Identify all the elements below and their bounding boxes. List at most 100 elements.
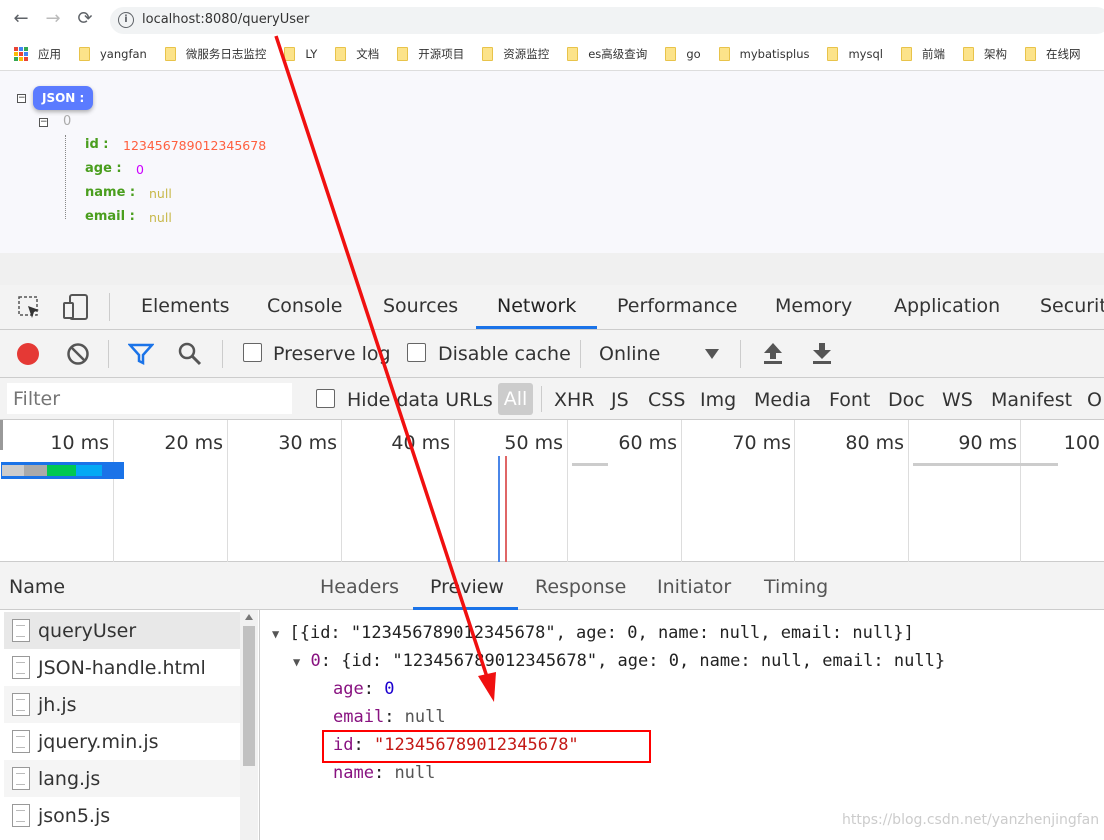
timeline-handle[interactable] [0, 420, 3, 450]
tab-application[interactable]: Application [894, 295, 1000, 317]
apps-icon [14, 47, 28, 61]
bookmark-folder[interactable]: LY [284, 47, 317, 61]
divider [109, 293, 110, 321]
import-har-icon[interactable] [762, 341, 784, 365]
tab-sources[interactable]: Sources [383, 295, 458, 317]
bookmark-folder[interactable]: 资源监控 [482, 46, 549, 62]
tab-console[interactable]: Console [267, 295, 342, 317]
bookmark-folder[interactable]: mysql [827, 47, 883, 61]
record-icon[interactable] [17, 343, 39, 365]
inspect-icon[interactable] [17, 295, 43, 321]
filter-type-xhr[interactable]: XHR [554, 389, 595, 411]
request-row[interactable]: lang.js [4, 760, 240, 797]
scroll-up-icon[interactable] [245, 614, 253, 620]
tab-elements[interactable]: Elements [141, 295, 230, 317]
throttle-select[interactable]: Online [599, 343, 660, 365]
expand-triangle-icon[interactable]: ▼ [293, 655, 300, 669]
chevron-down-icon[interactable] [705, 349, 719, 359]
filter-icon[interactable] [128, 342, 154, 366]
bookmark-folder[interactable]: es高级查询 [567, 46, 647, 62]
info-icon[interactable]: i [118, 12, 134, 28]
filter-type-manifest[interactable]: Manifest [991, 389, 1072, 411]
filter-type-img[interactable]: Img [700, 389, 736, 411]
filter-type-ws[interactable]: WS [942, 389, 973, 411]
bookmark-folder[interactable]: go [665, 47, 701, 61]
disable-cache-checkbox[interactable] [407, 343, 426, 362]
preview-pane: ▼ [{id: "123456789012345678", age: 0, na… [260, 611, 1104, 840]
hide-data-urls-checkbox[interactable] [316, 389, 335, 408]
tab-initiator[interactable]: Initiator [657, 576, 731, 598]
filter-type-doc[interactable]: Doc [888, 389, 925, 411]
request-name: jh.js [38, 693, 77, 716]
request-row[interactable]: jh.js [4, 686, 240, 723]
preserve-log-label: Preserve log [273, 343, 391, 365]
folder-icon [482, 47, 494, 61]
request-row[interactable]: JSON-handle.html [4, 649, 240, 686]
tick-label: 30 ms [278, 432, 337, 454]
bookmark-folder[interactable]: 前端 [900, 46, 945, 62]
filter-type-css[interactable]: CSS [648, 389, 685, 411]
folder-icon [1024, 47, 1036, 61]
device-toggle-icon[interactable] [62, 293, 90, 321]
name-column-header[interactable]: Name [0, 562, 260, 610]
request-row[interactable]: jquery.min.js [4, 723, 240, 760]
expand-triangle-icon[interactable]: ▼ [272, 627, 279, 641]
collapse-icon[interactable]: − [39, 118, 48, 127]
filter-type-all[interactable]: All [498, 383, 533, 415]
tab-memory[interactable]: Memory [775, 295, 852, 317]
back-button[interactable]: ← [10, 8, 32, 30]
scrollbar-thumb[interactable] [243, 626, 255, 766]
bookmark-folder[interactable]: 架构 [962, 46, 1007, 62]
bookmark-folder[interactable]: yangfan [79, 47, 147, 61]
request-row[interactable]: queryUser [4, 612, 240, 649]
field-value: null [149, 186, 172, 201]
preview-root-line[interactable]: ▼ [{id: "123456789012345678", age: 0, na… [272, 623, 914, 643]
preview-item-line[interactable]: ▼ 0: {id: "123456789012345678", age: 0, … [293, 651, 945, 671]
filter-type-font[interactable]: Font [829, 389, 870, 411]
tab-network[interactable]: Network [497, 295, 576, 317]
tab-security[interactable]: Securit [1040, 295, 1104, 317]
tab-response[interactable]: Response [535, 576, 626, 598]
tab-timing[interactable]: Timing [764, 576, 828, 598]
reload-button[interactable]: ⟳ [74, 8, 96, 30]
request-bar [572, 463, 608, 466]
divider [108, 340, 109, 368]
request-bar[interactable] [1, 462, 124, 479]
tick-label: 80 ms [845, 432, 904, 454]
folder-icon [397, 47, 409, 61]
tab-preview[interactable]: Preview [430, 576, 504, 598]
grid-line [454, 420, 455, 562]
bookmark-folder[interactable]: 在线网 [1024, 46, 1080, 62]
bookmark-label: mybatisplus [739, 47, 810, 61]
clear-icon[interactable] [66, 342, 90, 366]
collapse-icon[interactable]: − [17, 94, 26, 103]
search-icon[interactable] [177, 341, 203, 367]
tick-label: 40 ms [391, 432, 450, 454]
filter-type-other[interactable]: O [1087, 389, 1102, 411]
export-har-icon[interactable] [811, 341, 833, 365]
bookmark-folder[interactable]: mybatisplus [718, 47, 810, 61]
tab-headers[interactable]: Headers [320, 576, 399, 598]
filter-type-media[interactable]: Media [754, 389, 811, 411]
bookmark-folder[interactable]: 微服务日志监控 [164, 46, 266, 62]
request-bar [913, 463, 1058, 466]
request-name: queryUser [38, 619, 137, 642]
bookmark-folder[interactable]: 文档 [335, 46, 379, 62]
forward-button[interactable]: → [42, 8, 64, 30]
preview-prop: name: null [333, 763, 436, 783]
scrollbar[interactable] [240, 610, 258, 840]
request-name: JSON-handle.html [38, 656, 206, 679]
tab-performance[interactable]: Performance [617, 295, 737, 317]
divider [222, 340, 223, 368]
preview-prop: email: null [333, 707, 446, 727]
dom-content-loaded-marker [498, 456, 500, 562]
request-row[interactable]: json5.js [4, 797, 240, 834]
bookmark-label: 开源项目 [418, 47, 465, 61]
filter-type-js[interactable]: JS [611, 389, 629, 411]
bookmark-apps[interactable]: 应用 [14, 46, 61, 62]
overview-timeline[interactable]: 10 ms 20 ms 30 ms 40 ms 50 ms 60 ms 70 m… [0, 420, 1104, 562]
bookmark-folder[interactable]: 开源项目 [397, 46, 464, 62]
filter-input[interactable] [7, 383, 292, 414]
preserve-log-checkbox[interactable] [243, 343, 262, 362]
address-bar[interactable]: i localhost:8080/queryUser [110, 7, 1104, 34]
